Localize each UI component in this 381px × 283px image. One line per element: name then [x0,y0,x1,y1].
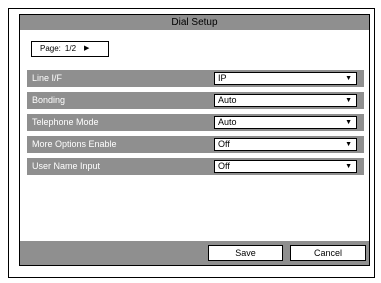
setting-label: Bonding [32,95,66,105]
setting-label: User Name Input [32,161,101,171]
page-value: 1/2 [64,44,77,53]
chevron-down-icon: ▼ [345,97,352,104]
settings-content: Page: 1/2 ▶ Line I/F IP ▼ Bonding Auto ▼… [20,30,369,241]
title-bar: Dial Setup [20,15,369,30]
setting-row-more-options: More Options Enable Off ▼ [27,136,364,153]
setting-label: Line I/F [32,73,63,83]
page-selector[interactable]: Page: 1/2 ▶ [31,41,109,57]
chevron-down-icon: ▼ [345,141,352,148]
dial-setup-panel: Dial Setup Page: 1/2 ▶ Line I/F IP ▼ Bon… [19,14,370,266]
more-options-select[interactable]: Off ▼ [214,138,357,151]
bonding-select[interactable]: Auto ▼ [214,94,357,107]
setting-row-telephone-mode: Telephone Mode Auto ▼ [27,114,364,131]
setting-label: More Options Enable [32,139,117,149]
chevron-down-icon: ▼ [345,119,352,126]
select-value: IP [218,73,227,83]
select-value: Off [218,161,230,171]
triangle-right-icon[interactable]: ▶ [84,42,89,56]
chevron-down-icon: ▼ [345,75,352,82]
cancel-button[interactable]: Cancel [290,245,366,261]
user-name-input-select[interactable]: Off ▼ [214,160,357,173]
window-title: Dial Setup [171,17,218,28]
telephone-mode-select[interactable]: Auto ▼ [214,116,357,129]
chevron-down-icon: ▼ [345,163,352,170]
page-label: Page: [40,44,61,53]
select-value: Off [218,139,230,149]
button-bar: Save Cancel [20,241,369,265]
setting-row-line-if: Line I/F IP ▼ [27,70,364,87]
select-value: Auto [218,117,237,127]
line-if-select[interactable]: IP ▼ [214,72,357,85]
setting-row-bonding: Bonding Auto ▼ [27,92,364,109]
save-button[interactable]: Save [208,245,283,261]
setting-row-user-name-input: User Name Input Off ▼ [27,158,364,175]
setting-label: Telephone Mode [32,117,99,127]
select-value: Auto [218,95,237,105]
